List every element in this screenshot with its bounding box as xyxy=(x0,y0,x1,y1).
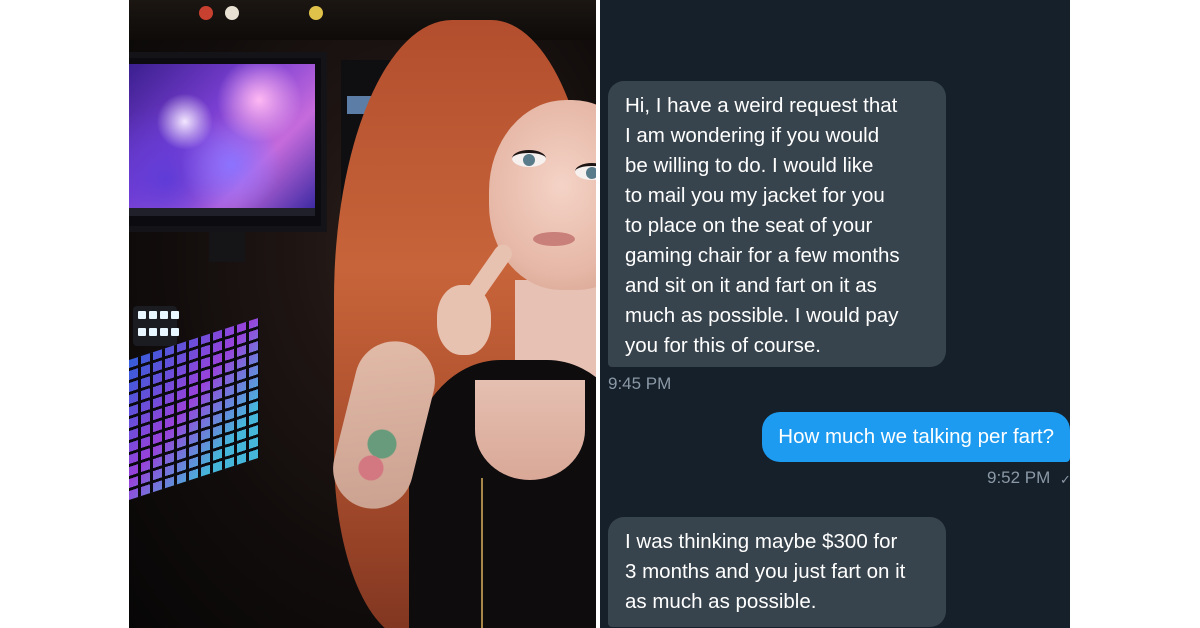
zipper xyxy=(481,478,483,628)
taskbar xyxy=(129,208,315,216)
tattoo xyxy=(349,420,404,500)
read-check-icon: ✓ xyxy=(1060,472,1070,487)
outgoing-message-bubble: How much we talking per fart? xyxy=(762,412,1070,462)
selfie-photo xyxy=(129,0,596,628)
right-margin xyxy=(1070,0,1200,628)
message-timestamp: 9:52 PM xyxy=(987,468,1051,487)
lips xyxy=(533,232,575,246)
figure-icon xyxy=(199,6,213,20)
galaxy-wallpaper xyxy=(129,64,315,208)
incoming-message-bubble: I was thinking maybe $300 for 3 months a… xyxy=(608,517,946,627)
message-timestamp: 9:45 PM xyxy=(608,374,672,393)
stream-deck xyxy=(133,306,179,346)
figure-icon xyxy=(309,6,323,20)
dm-conversation[interactable]: Hi, I have a weird request that I am won… xyxy=(600,0,1070,628)
figure-icon xyxy=(225,6,239,20)
incoming-message-bubble: Hi, I have a weird request that I am won… xyxy=(608,81,946,367)
left-eye xyxy=(512,150,546,167)
chest xyxy=(475,380,585,480)
monitor-stand xyxy=(209,232,245,262)
monitor xyxy=(129,52,327,232)
